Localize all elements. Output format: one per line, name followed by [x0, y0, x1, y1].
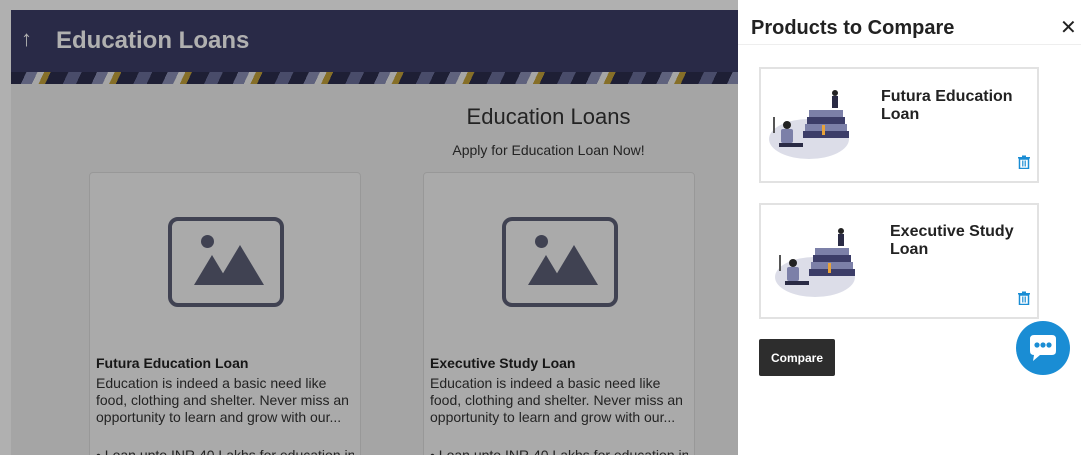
- compare-item-name: Executive Study Loan: [890, 223, 1014, 258]
- divider: [738, 44, 1081, 45]
- trash-icon[interactable]: [1017, 155, 1031, 169]
- close-icon[interactable]: ✕: [1060, 15, 1077, 40]
- modal-overlay[interactable]: [0, 0, 738, 455]
- compare-item-name: Futura Education Loan: [881, 88, 1013, 123]
- student-books-illustration: [769, 90, 849, 159]
- compare-button[interactable]: Compare: [759, 339, 835, 376]
- chatbot-button[interactable]: [1016, 321, 1070, 375]
- compare-item: Executive Study Loan: [759, 203, 1039, 319]
- trash-icon[interactable]: [1017, 291, 1031, 305]
- compare-item: Futura Education Loan: [759, 67, 1039, 183]
- student-books-illustration: [775, 228, 855, 297]
- panel-title: Products to Compare: [751, 17, 955, 39]
- compare-panel: Products to Compare ✕ Futura Education L…: [738, 0, 1081, 455]
- chat-bubble-icon: [1030, 335, 1056, 361]
